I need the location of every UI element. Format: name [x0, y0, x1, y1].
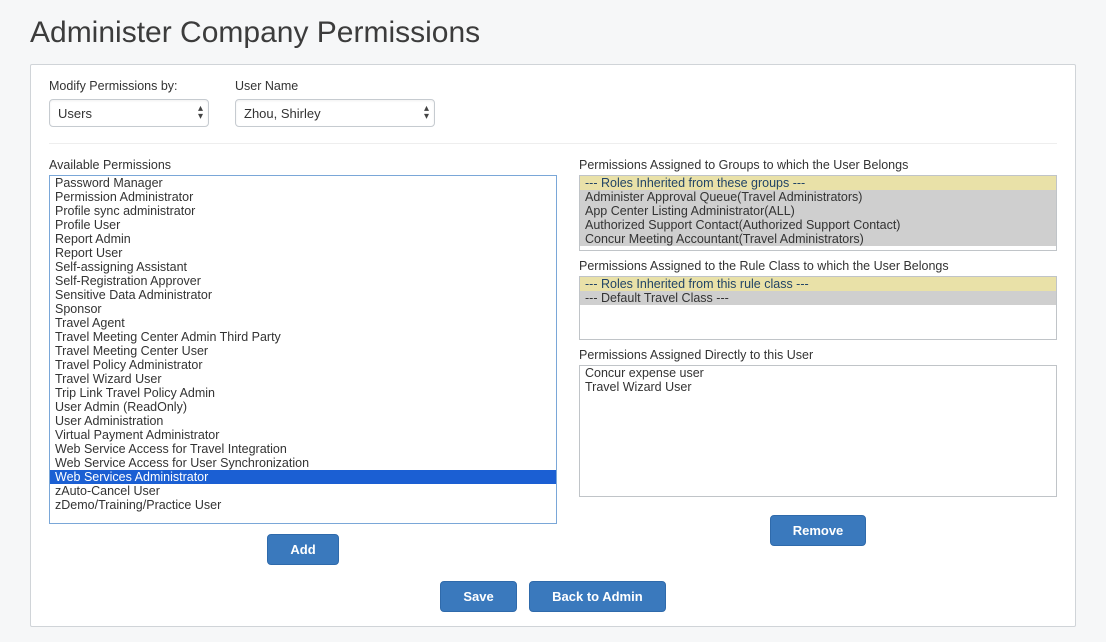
- ruleclass-label: Permissions Assigned to the Rule Class t…: [579, 259, 1057, 273]
- ruleclass-block: Permissions Assigned to the Rule Class t…: [579, 259, 1057, 340]
- list-header: --- Roles Inherited from these groups --…: [580, 176, 1056, 190]
- list-item[interactable]: Sponsor: [50, 302, 556, 316]
- groups-block: Permissions Assigned to Groups to which …: [579, 158, 1057, 251]
- username-label: User Name: [235, 79, 435, 93]
- available-label: Available Permissions: [49, 158, 557, 172]
- username-select[interactable]: Zhou, Shirley: [235, 99, 435, 127]
- remove-button[interactable]: Remove: [770, 515, 867, 546]
- modify-by-label: Modify Permissions by:: [49, 79, 209, 93]
- list-item[interactable]: Web Service Access for Travel Integratio…: [50, 442, 556, 456]
- list-item[interactable]: Profile sync administrator: [50, 204, 556, 218]
- direct-permissions-list[interactable]: Concur expense userTravel Wizard User: [579, 365, 1057, 497]
- list-item[interactable]: Travel Wizard User: [50, 372, 556, 386]
- modify-by-group: Modify Permissions by: Users ▴▾: [49, 79, 209, 127]
- groups-label: Permissions Assigned to Groups to which …: [579, 158, 1057, 172]
- list-item[interactable]: User Admin (ReadOnly): [50, 400, 556, 414]
- list-item[interactable]: Travel Policy Administrator: [50, 358, 556, 372]
- group-permissions-list[interactable]: --- Roles Inherited from these groups --…: [579, 175, 1057, 251]
- list-item[interactable]: zAuto-Cancel User: [50, 484, 556, 498]
- filter-row: Modify Permissions by: Users ▴▾ User Nam…: [49, 79, 1057, 144]
- list-item[interactable]: Self-Registration Approver: [50, 274, 556, 288]
- list-item[interactable]: Travel Wizard User: [580, 380, 1056, 394]
- available-permissions-list[interactable]: Password ManagerPermission Administrator…: [49, 175, 557, 524]
- remove-button-wrap: Remove: [579, 515, 1057, 546]
- list-item[interactable]: App Center Listing Administrator(ALL): [580, 204, 1056, 218]
- list-item[interactable]: Web Service Access for User Synchronizat…: [50, 456, 556, 470]
- list-item[interactable]: Sensitive Data Administrator: [50, 288, 556, 302]
- direct-block: Permissions Assigned Directly to this Us…: [579, 348, 1057, 497]
- list-item[interactable]: zDemo/Training/Practice User: [50, 498, 556, 512]
- modify-by-select-wrap: Users ▴▾: [49, 99, 209, 127]
- add-button[interactable]: Add: [267, 534, 338, 565]
- list-item[interactable]: Concur Meeting Accountant(Travel Adminis…: [580, 232, 1056, 246]
- list-item[interactable]: Permission Administrator: [50, 190, 556, 204]
- modify-by-select[interactable]: Users: [49, 99, 209, 127]
- list-header: --- Roles Inherited from this rule class…: [580, 277, 1056, 291]
- username-group: User Name Zhou, Shirley ▴▾: [235, 79, 435, 127]
- direct-label: Permissions Assigned Directly to this Us…: [579, 348, 1057, 362]
- list-item[interactable]: Virtual Payment Administrator: [50, 428, 556, 442]
- list-item[interactable]: Report Admin: [50, 232, 556, 246]
- ruleclass-permissions-list[interactable]: --- Roles Inherited from this rule class…: [579, 276, 1057, 340]
- username-select-wrap: Zhou, Shirley ▴▾: [235, 99, 435, 127]
- left-column: Available Permissions Password ManagerPe…: [49, 158, 557, 565]
- list-item[interactable]: Concur expense user: [580, 366, 1056, 380]
- columns: Available Permissions Password ManagerPe…: [49, 158, 1057, 565]
- list-item[interactable]: --- Default Travel Class ---: [580, 291, 1056, 305]
- back-button[interactable]: Back to Admin: [529, 581, 666, 612]
- list-item[interactable]: Web Services Administrator: [50, 470, 556, 484]
- list-item[interactable]: Trip Link Travel Policy Admin: [50, 386, 556, 400]
- list-item[interactable]: Administer Approval Queue(Travel Adminis…: [580, 190, 1056, 204]
- save-button[interactable]: Save: [440, 581, 516, 612]
- list-item[interactable]: Report User: [50, 246, 556, 260]
- permissions-panel: Modify Permissions by: Users ▴▾ User Nam…: [30, 64, 1076, 627]
- right-column: Permissions Assigned to Groups to which …: [579, 158, 1057, 565]
- list-item[interactable]: Travel Agent: [50, 316, 556, 330]
- list-item[interactable]: Profile User: [50, 218, 556, 232]
- list-item[interactable]: Self-assigning Assistant: [50, 260, 556, 274]
- bottom-bar: Save Back to Admin: [49, 581, 1057, 612]
- add-button-wrap: Add: [49, 534, 557, 565]
- list-item[interactable]: Travel Meeting Center User: [50, 344, 556, 358]
- list-item[interactable]: Authorized Support Contact(Authorized Su…: [580, 218, 1056, 232]
- list-item[interactable]: Password Manager: [50, 176, 556, 190]
- list-item[interactable]: Travel Meeting Center Admin Third Party: [50, 330, 556, 344]
- list-item[interactable]: User Administration: [50, 414, 556, 428]
- page-title: Administer Company Permissions: [30, 16, 1076, 50]
